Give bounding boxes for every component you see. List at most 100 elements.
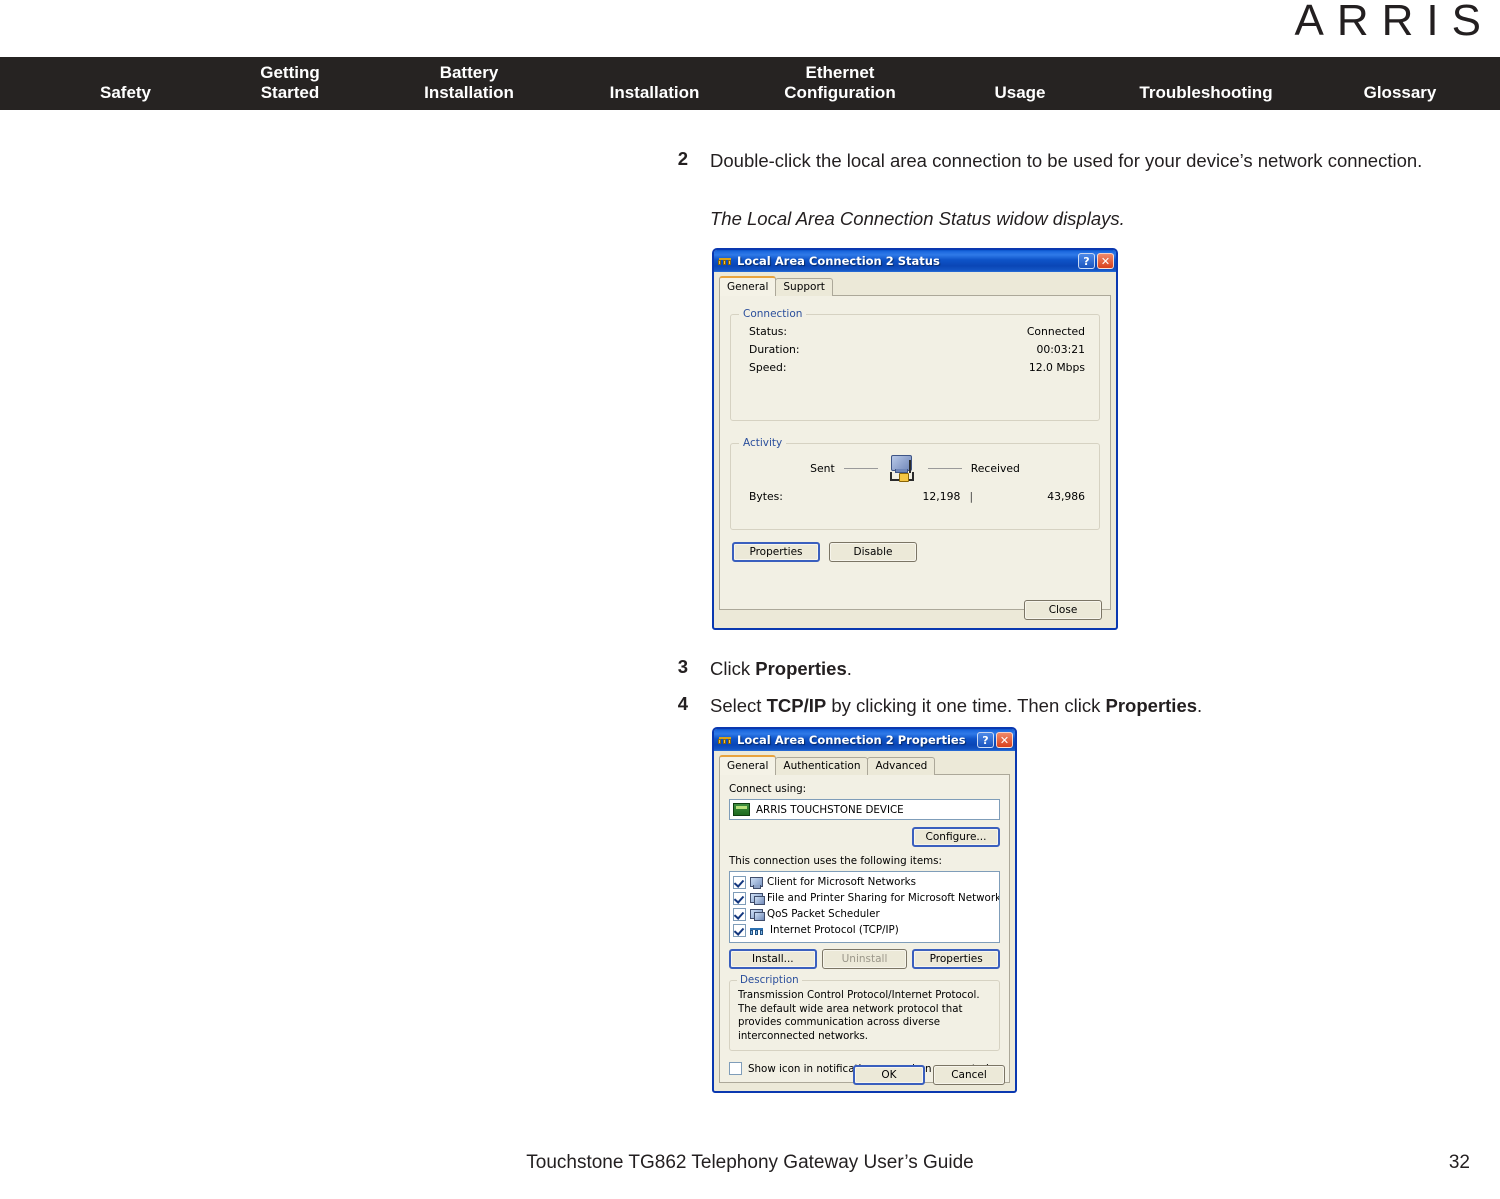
status-row: Status: Connected (741, 322, 1089, 340)
bytes-received: 43,986 (1047, 490, 1085, 503)
step-2-number: 2 (677, 148, 688, 169)
step-4-number: 4 (677, 693, 688, 714)
page-number: 32 (1448, 1152, 1470, 1173)
bytes-label: Bytes: (749, 490, 783, 503)
status-dialog-footer: Close (714, 592, 1116, 628)
footer-guide-title: Touchstone TG862 Telephony Gateway User’… (526, 1152, 974, 1173)
bytes-separator: | (969, 490, 974, 503)
tab-authentication[interactable]: Authentication (775, 757, 869, 775)
duration-label: Duration: (749, 342, 800, 356)
network-adapter-icon (733, 803, 750, 816)
duration-value: 00:03:21 (1036, 342, 1086, 356)
network-connection-icon (718, 254, 732, 268)
properties-dialog-body: General Authentication Advanced Connect … (714, 751, 1015, 1088)
list-item[interactable]: Internet Protocol (TCP/IP) (731, 922, 998, 938)
network-activity-icon (887, 455, 919, 482)
properties-dialog-footer: OK Cancel (714, 1058, 1015, 1091)
nav-item-battery-installation[interactable]: Battery Installation (376, 63, 562, 103)
top-navigation-bar: Safety Getting Started Battery Installat… (0, 57, 1500, 110)
close-button[interactable]: Close (1024, 600, 1102, 620)
properties-button[interactable]: Properties (732, 542, 820, 562)
properties-dialog-title: Local Area Connection 2 Properties (737, 733, 966, 747)
tab-general[interactable]: General (719, 755, 777, 775)
list-item[interactable]: File and Printer Sharing for Microsoft N… (731, 890, 1000, 906)
nav-item-safety[interactable]: Safety (38, 83, 213, 103)
checkbox-icon[interactable] (733, 875, 746, 889)
close-icon[interactable]: ✕ (996, 732, 1013, 748)
step-3-suffix: . (846, 658, 852, 679)
help-icon[interactable]: ? (977, 732, 994, 748)
items-label: This connection uses the following items… (729, 855, 943, 867)
network-connection-icon (718, 733, 732, 747)
status-dialog-titlebar[interactable]: Local Area Connection 2 Status ? ✕ (714, 250, 1116, 272)
computers-icon (750, 908, 765, 921)
speed-row: Speed: 12.0 Mbps (741, 358, 1089, 376)
nav-item-troubleshooting[interactable]: Troubleshooting (1097, 83, 1315, 103)
properties-dialog-tabs: General Authentication Advanced (719, 755, 1010, 775)
step-2-result-note: The Local Area Connection Status widow d… (710, 208, 1125, 229)
adapter-field[interactable]: ARRIS TOUCHSTONE DEVICE (729, 799, 1000, 820)
activity-direction-row: Sent Received (741, 451, 1089, 482)
configure-button[interactable]: Configure... (912, 827, 1000, 847)
checkbox-icon[interactable] (733, 891, 746, 905)
computer-icon (750, 876, 763, 889)
disable-button[interactable]: Disable (829, 542, 917, 562)
protocol-icon (750, 925, 763, 936)
checkbox-icon[interactable] (733, 907, 746, 921)
list-item-label: File and Printer Sharing for Microsoft N… (767, 892, 1000, 904)
properties-general-tabpane: Connect using: ARRIS TOUCHSTONE DEVICE C… (719, 774, 1010, 1083)
step-3-text: Click Properties. (710, 656, 1500, 682)
step-3-prefix: Click (710, 658, 756, 679)
step-4-bold-properties: Properties (1105, 695, 1198, 716)
nav-item-ethernet-configuration[interactable]: Ethernet Configuration (740, 63, 940, 103)
properties-dialog-titlebar[interactable]: Local Area Connection 2 Properties ? ✕ (714, 729, 1015, 751)
status-general-tabpane: Connection Status: Connected Duration: 0… (719, 295, 1111, 610)
status-action-buttons: Properties Disable (730, 542, 1100, 562)
speed-label: Speed: (749, 360, 787, 374)
step-4-suffix: . (1197, 695, 1203, 716)
page-footer: Touchstone TG862 Telephony Gateway User’… (0, 1149, 1500, 1177)
step-3-number: 3 (677, 656, 688, 677)
status-label: Status: (749, 324, 788, 338)
help-icon[interactable]: ? (1078, 253, 1095, 269)
install-button[interactable]: Install... (729, 949, 817, 969)
ok-button[interactable]: OK (853, 1064, 925, 1085)
list-item-label-selected: Internet Protocol (TCP/IP) (770, 924, 899, 936)
list-item-label: QoS Packet Scheduler (767, 908, 880, 920)
received-dash-icon (927, 467, 962, 469)
status-value: Connected (1026, 324, 1085, 338)
sent-dash-icon (843, 467, 878, 469)
tab-advanced[interactable]: Advanced (867, 757, 936, 775)
adapter-name: ARRIS TOUCHSTONE DEVICE (756, 803, 904, 816)
connection-group-legend: Connection (739, 308, 807, 320)
duration-row: Duration: 00:03:21 (741, 340, 1089, 358)
nav-item-getting-started[interactable]: Getting Started (215, 63, 365, 103)
connect-using-label: Connect using: (729, 783, 807, 795)
arris-logo: ARRIS (1294, 0, 1494, 45)
properties-dialog-window-buttons: ? ✕ (977, 732, 1013, 748)
status-dialog-window-buttons: ? ✕ (1078, 253, 1114, 269)
components-list[interactable]: Client for Microsoft Networks File and P… (729, 871, 1000, 943)
speed-value: 12.0 Mbps (1028, 360, 1085, 374)
received-label: Received (970, 461, 1020, 475)
step-2-text: Double-click the local area connection t… (710, 150, 1423, 171)
list-item[interactable]: QoS Packet Scheduler (731, 906, 998, 922)
properties-button[interactable]: Properties (912, 949, 1001, 969)
activity-group-legend: Activity (739, 437, 787, 449)
uninstall-button: Uninstall (821, 949, 908, 969)
nav-item-glossary[interactable]: Glossary (1325, 83, 1475, 103)
status-dialog-tabs: General Support (719, 276, 1111, 296)
tab-general[interactable]: General (719, 276, 777, 296)
close-icon[interactable]: ✕ (1097, 253, 1114, 269)
tab-support[interactable]: Support (775, 278, 833, 296)
checkbox-icon[interactable] (733, 923, 746, 937)
list-item-label: Client for Microsoft Networks (767, 876, 917, 888)
connection-group: Connection Status: Connected Duration: 0… (730, 308, 1100, 421)
list-item[interactable]: Client for Microsoft Networks (731, 874, 998, 890)
nav-item-installation[interactable]: Installation (577, 83, 732, 103)
nav-item-usage[interactable]: Usage (944, 83, 1096, 103)
step-4-bold-tcpip: TCP/IP (766, 695, 827, 716)
bytes-row: Bytes: 12,198 | 43,986 (741, 481, 1089, 505)
activity-group: Activity Sent Received Bytes: 12,198 | 4… (730, 437, 1100, 530)
cancel-button[interactable]: Cancel (933, 1064, 1005, 1085)
